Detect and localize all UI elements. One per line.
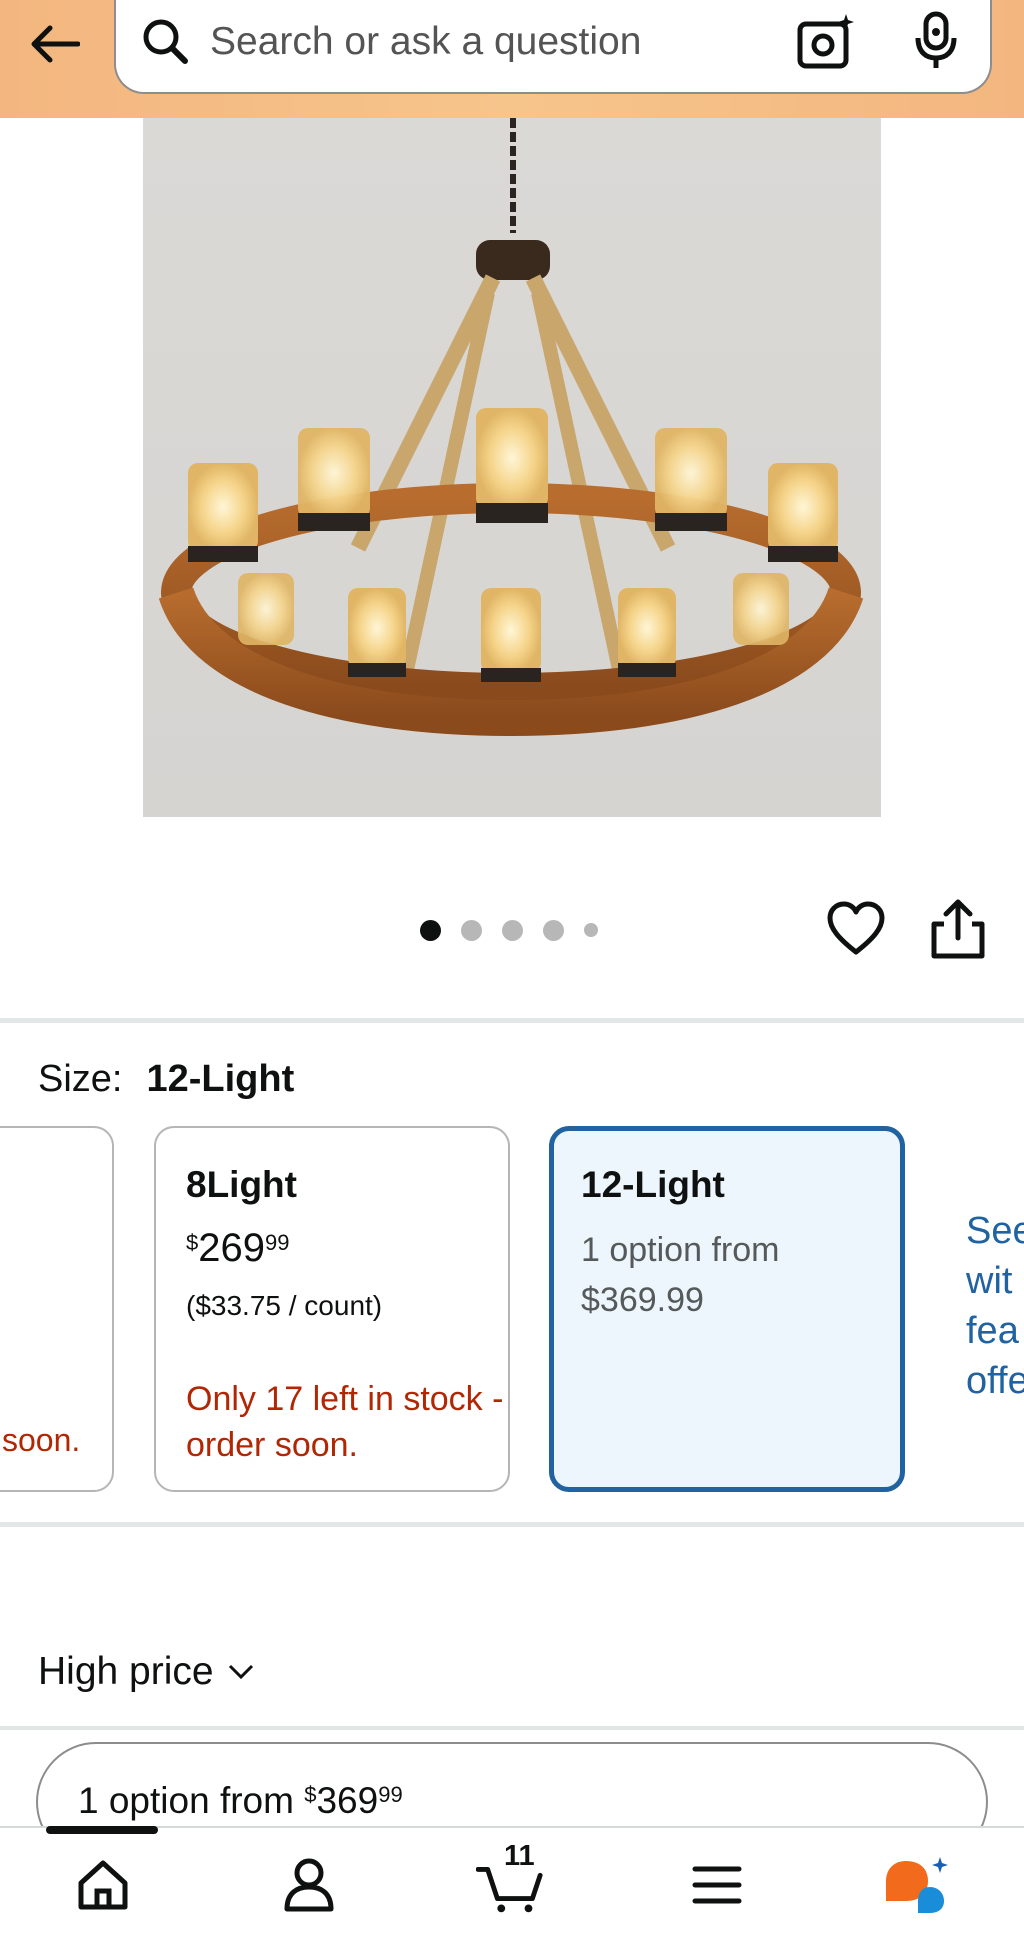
stock-warning: Only 17 left in stock - order soon. (186, 1380, 504, 1464)
nav-cart[interactable]: 11 (476, 1840, 546, 1920)
carousel-dot-3[interactable] (502, 919, 523, 941)
sort-dropdown[interactable]: High price (38, 1650, 254, 1694)
back-arrow-icon (31, 25, 80, 63)
option-title: 12-Light (581, 1164, 725, 1205)
camera-icon[interactable] (796, 10, 858, 70)
option-availability: 1 option from $369.99 (581, 1231, 780, 1319)
price-whole: 269 (198, 1226, 265, 1270)
option-card-8light[interactable]: 8Light $26999 ($33.75 / count) Only 17 l… (154, 1126, 510, 1492)
share-icon[interactable] (930, 898, 986, 960)
price-currency: $ (186, 1230, 199, 1255)
size-selector-label: Size: 12-Light (38, 1058, 294, 1101)
carousel-dot-2[interactable] (461, 919, 482, 941)
nav-account[interactable] (274, 1850, 344, 1920)
carousel-dot-1[interactable] (420, 919, 441, 941)
size-label: Size: (38, 1058, 123, 1100)
see-more-text[interactable]: See wit fea offe (966, 1206, 1024, 1406)
size-value: 12-Light (146, 1058, 295, 1100)
option-card-partial[interactable]: soon. (0, 1126, 114, 1492)
search-input[interactable] (210, 14, 770, 70)
offer-fraction: 99 (378, 1782, 403, 1807)
nav-home[interactable] (68, 1850, 138, 1920)
nav-rufus-assistant[interactable] (882, 1850, 952, 1920)
option-title: 8Light (186, 1164, 297, 1205)
sort-label: High price (38, 1650, 214, 1693)
search-icon (143, 19, 188, 64)
chandelier-illustration (158, 118, 864, 737)
carousel-dots[interactable] (420, 916, 598, 944)
offer-whole: 369 (316, 1780, 379, 1821)
product-image[interactable] (143, 118, 881, 817)
header-bar (0, 0, 1024, 118)
back-button[interactable] (26, 16, 82, 72)
option-price: $26999 (186, 1226, 289, 1271)
section-divider (0, 1018, 1024, 1023)
nav-menu[interactable] (682, 1850, 752, 1920)
rufus-icon (886, 1857, 948, 1913)
stock-text: soon. (2, 1422, 81, 1458)
option-card-12light-selected[interactable]: 12-Light 1 option from $369.99 (549, 1126, 905, 1492)
carousel-dot-5[interactable] (584, 923, 598, 937)
price-fraction: 99 (265, 1230, 290, 1255)
search-box[interactable] (114, 0, 992, 94)
bottom-navigation: 11 (0, 1826, 1024, 1948)
mic-icon[interactable] (910, 10, 962, 72)
section-divider (0, 1522, 1024, 1527)
see-more-options-link[interactable]: See wit fea offe (966, 1206, 1024, 1406)
scroll-indicator (46, 1826, 158, 1834)
account-icon (284, 1858, 334, 1912)
chevron-down-icon (228, 1664, 253, 1680)
carousel-dot-4[interactable] (543, 919, 564, 941)
cart-count: 11 (504, 1840, 535, 1872)
home-icon (78, 1860, 128, 1910)
offer-text: 1 option from $36999 (78, 1780, 403, 1822)
offer-currency: $ (304, 1782, 317, 1807)
offer-prefix: 1 option from (78, 1780, 305, 1821)
heart-icon[interactable] (826, 900, 886, 960)
section-divider (0, 1726, 1024, 1730)
menu-icon (692, 1866, 742, 1904)
unit-price: ($33.75 / count) (186, 1290, 383, 1321)
